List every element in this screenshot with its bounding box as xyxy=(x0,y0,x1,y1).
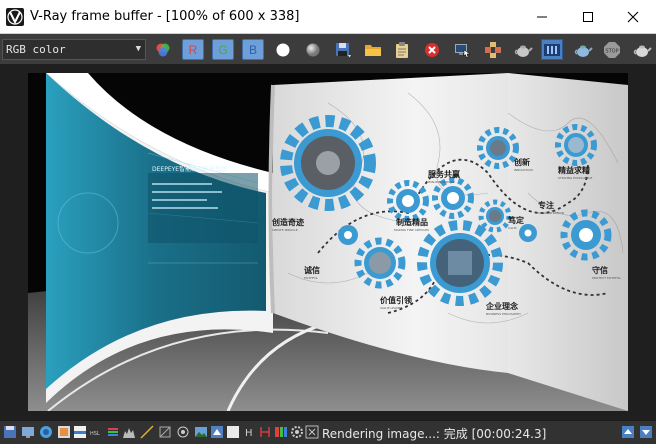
region-grid-icon xyxy=(485,41,501,58)
color-swatch-icon[interactable] xyxy=(57,425,71,439)
target-icon[interactable] xyxy=(176,425,190,439)
compare-h-icon[interactable]: H xyxy=(242,425,256,439)
svg-text:STOP: STOP xyxy=(605,48,618,54)
close-log-icon[interactable] xyxy=(305,425,319,439)
label-5: 精益求精 xyxy=(558,165,590,175)
sublabel-8: FAITHFUL xyxy=(304,276,318,280)
up-arrow-icon[interactable] xyxy=(621,425,635,439)
teapot-icon xyxy=(514,45,533,57)
gear-settings-icon[interactable] xyxy=(290,425,304,439)
vray-logo-icon xyxy=(6,8,24,26)
maximize-icon xyxy=(583,12,593,22)
sublabel-4: INNOVATION xyxy=(514,168,533,172)
sublabel-3: WIN-WIN SERVICE xyxy=(428,180,455,184)
lookup-table-icon[interactable] xyxy=(106,425,120,439)
clear-image-button[interactable] xyxy=(421,39,443,60)
white-circle-icon xyxy=(276,43,290,56)
sublabel-11: PROTECT FAITHFUL xyxy=(592,276,621,280)
stop-icon: STOP xyxy=(604,41,620,58)
sublabel-6: CONCENTRATION xyxy=(538,211,564,215)
maximize-button[interactable] xyxy=(565,0,611,34)
monitor-icon xyxy=(455,43,471,58)
gray-circle-icon xyxy=(306,43,320,56)
blank-icon[interactable] xyxy=(226,425,240,439)
channel-select[interactable]: RGB color ▼ xyxy=(2,39,146,60)
label-2: 制造精品 xyxy=(396,217,428,227)
rendered-image: DEEPEYE智能辅助驾驶系统 创造奇迹 制造精品 服务共赢 创新 精益求精 专… xyxy=(28,73,628,411)
ab-compare-icon[interactable] xyxy=(274,425,288,439)
history-icon xyxy=(544,43,560,56)
gear-small-8 xyxy=(338,225,358,245)
monitor-icon-small[interactable] xyxy=(21,425,35,439)
lens-effects-button[interactable] xyxy=(572,39,594,60)
label-8: 诚信 xyxy=(304,265,320,275)
teapot-render-icon xyxy=(633,45,652,57)
down-arrow-icon[interactable] xyxy=(639,425,653,439)
label-4: 创新 xyxy=(513,157,530,167)
render-button[interactable] xyxy=(631,39,653,60)
save-icon-small[interactable] xyxy=(3,425,17,439)
channel-select-value: RGB color xyxy=(6,43,66,56)
image-icon[interactable] xyxy=(194,425,208,439)
clear-icon xyxy=(425,42,439,57)
mono-mode-button[interactable] xyxy=(302,39,324,60)
folder-icon xyxy=(365,44,381,56)
exposure-icon[interactable] xyxy=(158,425,172,439)
save-icon xyxy=(336,42,351,57)
histogram-icon[interactable] xyxy=(122,425,136,439)
sublabel-9: VALUE LEADER xyxy=(380,306,402,310)
chevron-down-icon: ▼ xyxy=(135,44,141,54)
clipboard-icon xyxy=(396,41,408,58)
curve-icon[interactable] xyxy=(140,425,154,439)
status-bar: HSL H Rendering image...: 完成 [00:00:24.3… xyxy=(0,420,656,444)
close-icon xyxy=(627,11,639,23)
sublabel-1: CREATE MIRACLE xyxy=(272,228,298,232)
minimize-button[interactable] xyxy=(519,0,565,34)
sublabel-7: CALM xyxy=(508,226,517,230)
render-last-button[interactable] xyxy=(512,39,534,60)
stamp-icon[interactable] xyxy=(210,425,224,439)
levels-icon[interactable] xyxy=(73,425,87,439)
screen-title: DEEPEYE智能辅助驾驶系统 xyxy=(152,165,227,173)
render-scene: DEEPEYE智能辅助驾驶系统 创造奇迹 制造精品 服务共赢 创新 精益求精 专… xyxy=(28,73,628,411)
region-render-button[interactable] xyxy=(482,39,504,60)
track-mouse-button[interactable] xyxy=(451,39,473,60)
stop-render-button[interactable]: STOP xyxy=(601,39,623,60)
blue-channel-button[interactable]: B xyxy=(242,39,264,60)
label-3: 服务共赢 xyxy=(428,169,460,179)
label-6: 专注 xyxy=(538,200,554,210)
copy-clipboard-button[interactable] xyxy=(391,39,413,60)
alpha-channel-button[interactable] xyxy=(272,39,294,60)
title-bar: V-Ray frame buffer - [100% of 600 x 338] xyxy=(0,0,656,34)
label-7: 笃定 xyxy=(507,215,524,225)
red-channel-button[interactable]: R xyxy=(182,39,204,60)
green-channel-button[interactable]: G xyxy=(212,39,234,60)
label-10: 企业理念 xyxy=(485,301,518,311)
open-image-button[interactable] xyxy=(362,39,384,60)
sublabel-10: BUSINESS PHILOSOPHY xyxy=(486,312,521,316)
svg-text:H: H xyxy=(245,428,253,439)
minimize-icon xyxy=(537,16,547,18)
color-channels-button[interactable] xyxy=(152,39,174,60)
rgb-circles-icon xyxy=(156,43,170,56)
gear-small-9 xyxy=(519,224,537,242)
hsl-icon[interactable]: HSL xyxy=(90,425,104,439)
label-1: 创造奇迹 xyxy=(271,217,304,227)
teapot-blue-icon xyxy=(574,45,593,57)
toolbar: RGB color ▼ R G B STOP xyxy=(0,34,656,64)
vfb-history-button[interactable] xyxy=(541,39,563,60)
sublabel-5: STRIVING EXCELLENCE xyxy=(558,176,592,180)
close-button[interactable] xyxy=(610,0,656,34)
circle-icon[interactable] xyxy=(39,425,53,439)
label-9: 价值引领 xyxy=(380,295,412,305)
window-title: V-Ray frame buffer - [100% of 600 x 338] xyxy=(30,9,300,24)
sublabel-2: MAKING FINE ARTICLES xyxy=(394,228,429,232)
compare-v-icon[interactable] xyxy=(258,425,272,439)
status-text: Rendering image...: 完成 [00:00:24.3] xyxy=(322,427,547,441)
label-11: 守信 xyxy=(592,265,608,275)
save-image-button[interactable] xyxy=(332,39,354,60)
svg-text:HSL: HSL xyxy=(90,431,100,437)
